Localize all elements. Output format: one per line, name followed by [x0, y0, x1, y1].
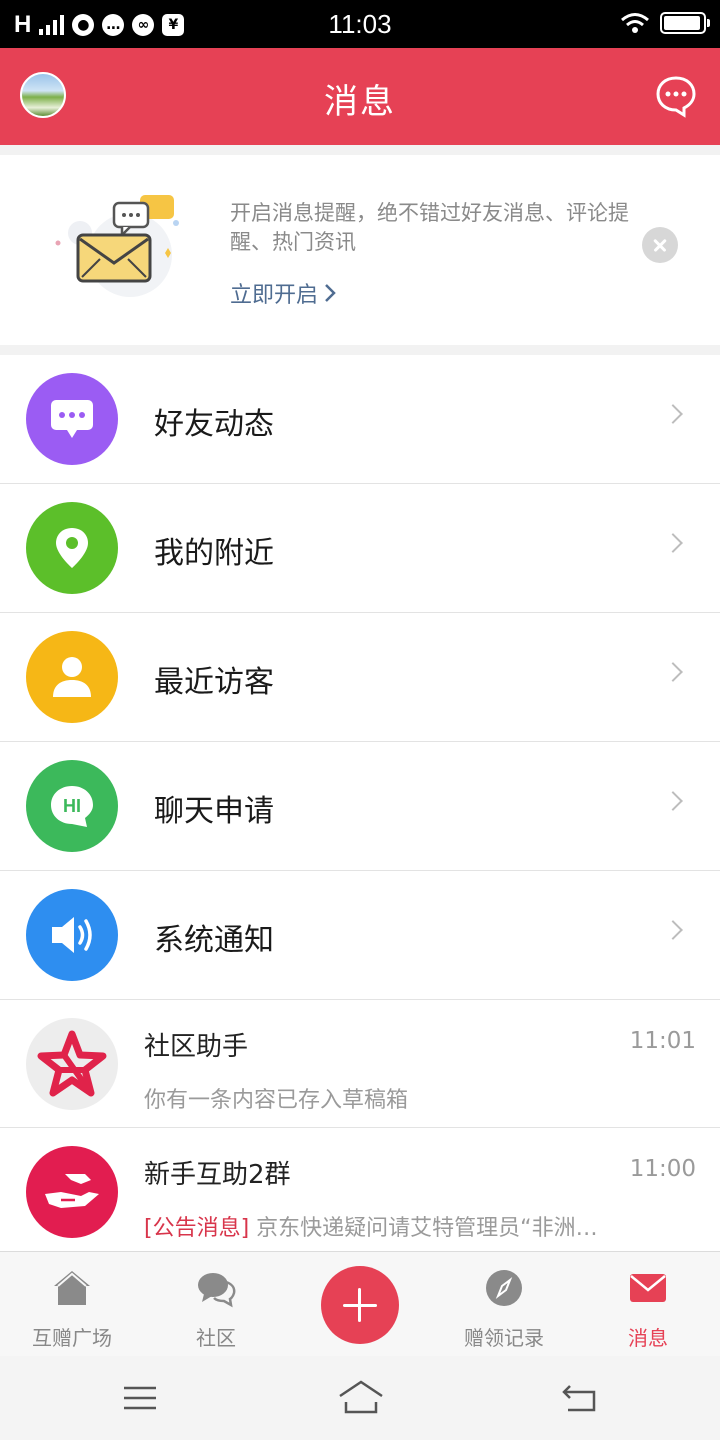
battery-level [664, 16, 701, 30]
enable-now-label: 立即开启 [230, 283, 319, 308]
clock: 11:03 [328, 9, 392, 39]
chat-preview-text: 你有一条内容已存入草稿箱 [144, 1088, 409, 1113]
wifi-icon [621, 13, 649, 33]
back-icon[interactable] [560, 1378, 600, 1418]
hi-text: HI [63, 796, 81, 816]
chat-preview-text: 京东快递疑问请艾特管理员“非洲… [249, 1216, 598, 1241]
tab-label: 互赠广场 [32, 1326, 112, 1350]
house-icon [54, 1271, 90, 1305]
announcement-tag: [公告消息] [144, 1216, 250, 1241]
banner-text: 开启消息提醒，绝不错过好友消息、评论提醒、热门资讯 [230, 201, 629, 254]
enable-now-link[interactable]: 立即开启 [230, 277, 336, 309]
chat-name: 社区助手 [144, 1032, 249, 1062]
menu-item-recent-visitors[interactable]: 最近访客 [0, 613, 720, 742]
hi-bubble-icon: HI [26, 760, 118, 852]
menu-item-nearby[interactable]: 我的附近 [0, 484, 720, 613]
tab-label: 消息 [628, 1326, 668, 1350]
home-icon[interactable] [338, 1378, 384, 1418]
system-nav-bar [0, 1356, 720, 1440]
menu-icon[interactable] [120, 1378, 160, 1418]
menu-item-friend-updates[interactable]: 好友动态 [0, 355, 720, 484]
chevron-right-icon [325, 284, 336, 302]
tab-bar: 互赠广场 社区 赠领记录 消息 [0, 1251, 720, 1356]
chevron-right-icon [663, 662, 683, 682]
notification-banner: 开启消息提醒，绝不错过好友消息、评论提醒、热门资讯 立即开启 [0, 155, 720, 345]
chat-preview: 你有一条内容已存入草稿箱 [144, 1082, 684, 1114]
chat-time: 11:00 [629, 1156, 696, 1182]
chat-bubbles-icon [198, 1273, 236, 1308]
header: 消息 [0, 48, 720, 145]
chevron-right-icon [663, 404, 683, 424]
chat-item-community-assistant[interactable]: 社区助手 11:01 你有一条内容已存入草稿箱 [0, 1000, 720, 1128]
chat-preview: [公告消息] 京东快递疑问请艾特管理员“非洲… [144, 1210, 684, 1242]
status-bar: H ● … ∞ ¥ 11:03 [0, 0, 720, 48]
tab-messages[interactable]: 消息 [576, 1252, 720, 1357]
menu-item-label: 我的附近 [154, 536, 274, 571]
chat-time: 11:01 [629, 1028, 696, 1054]
chat-item-newbie-group[interactable]: 新手互助2群 11:00 [公告消息] 京东快递疑问请艾特管理员“非洲… [0, 1128, 720, 1251]
status-right [620, 12, 710, 34]
tab-gift-records[interactable]: 赠领记录 [432, 1252, 576, 1357]
battery-icon [660, 12, 710, 34]
message-menu: 好友动态 我的附近 最近访客 HI 聊天申请 系统通知 [0, 355, 720, 1000]
location-pin-icon [26, 502, 118, 594]
envelope-illustration-icon [55, 195, 179, 297]
tab-label: 社区 [196, 1326, 236, 1350]
page-title: 消息 [324, 82, 396, 122]
helping-hand-icon [26, 1146, 118, 1238]
chat-bubble-icon [26, 373, 118, 465]
menu-item-label: 好友动态 [154, 407, 274, 442]
menu-item-label: 最近访客 [154, 665, 274, 700]
tab-gift-plaza[interactable]: 互赠广场 [0, 1252, 144, 1357]
close-banner-button[interactable] [642, 227, 678, 263]
menu-item-label: 聊天申请 [154, 794, 274, 829]
add-post-button[interactable] [321, 1266, 399, 1344]
user-icon [26, 631, 118, 723]
compass-icon [486, 1270, 522, 1306]
tab-label: 赠领记录 [464, 1326, 544, 1350]
menu-item-label: 系统通知 [154, 923, 274, 958]
chevron-right-icon [663, 791, 683, 811]
chat-bubble-icon[interactable] [654, 74, 698, 118]
menu-item-system-notice[interactable]: 系统通知 [0, 871, 720, 1000]
chevron-right-icon [663, 920, 683, 940]
red-star-icon [26, 1018, 118, 1110]
chat-name: 新手互助2群 [144, 1160, 291, 1190]
tab-community[interactable]: 社区 [144, 1252, 288, 1357]
chevron-right-icon [663, 533, 683, 553]
chat-list: 社区助手 11:01 你有一条内容已存入草稿箱 新手互助2群 11:00 [公告… [0, 1000, 720, 1251]
speaker-icon [26, 889, 118, 981]
mail-icon [630, 1274, 666, 1302]
menu-item-chat-requests[interactable]: HI 聊天申请 [0, 742, 720, 871]
